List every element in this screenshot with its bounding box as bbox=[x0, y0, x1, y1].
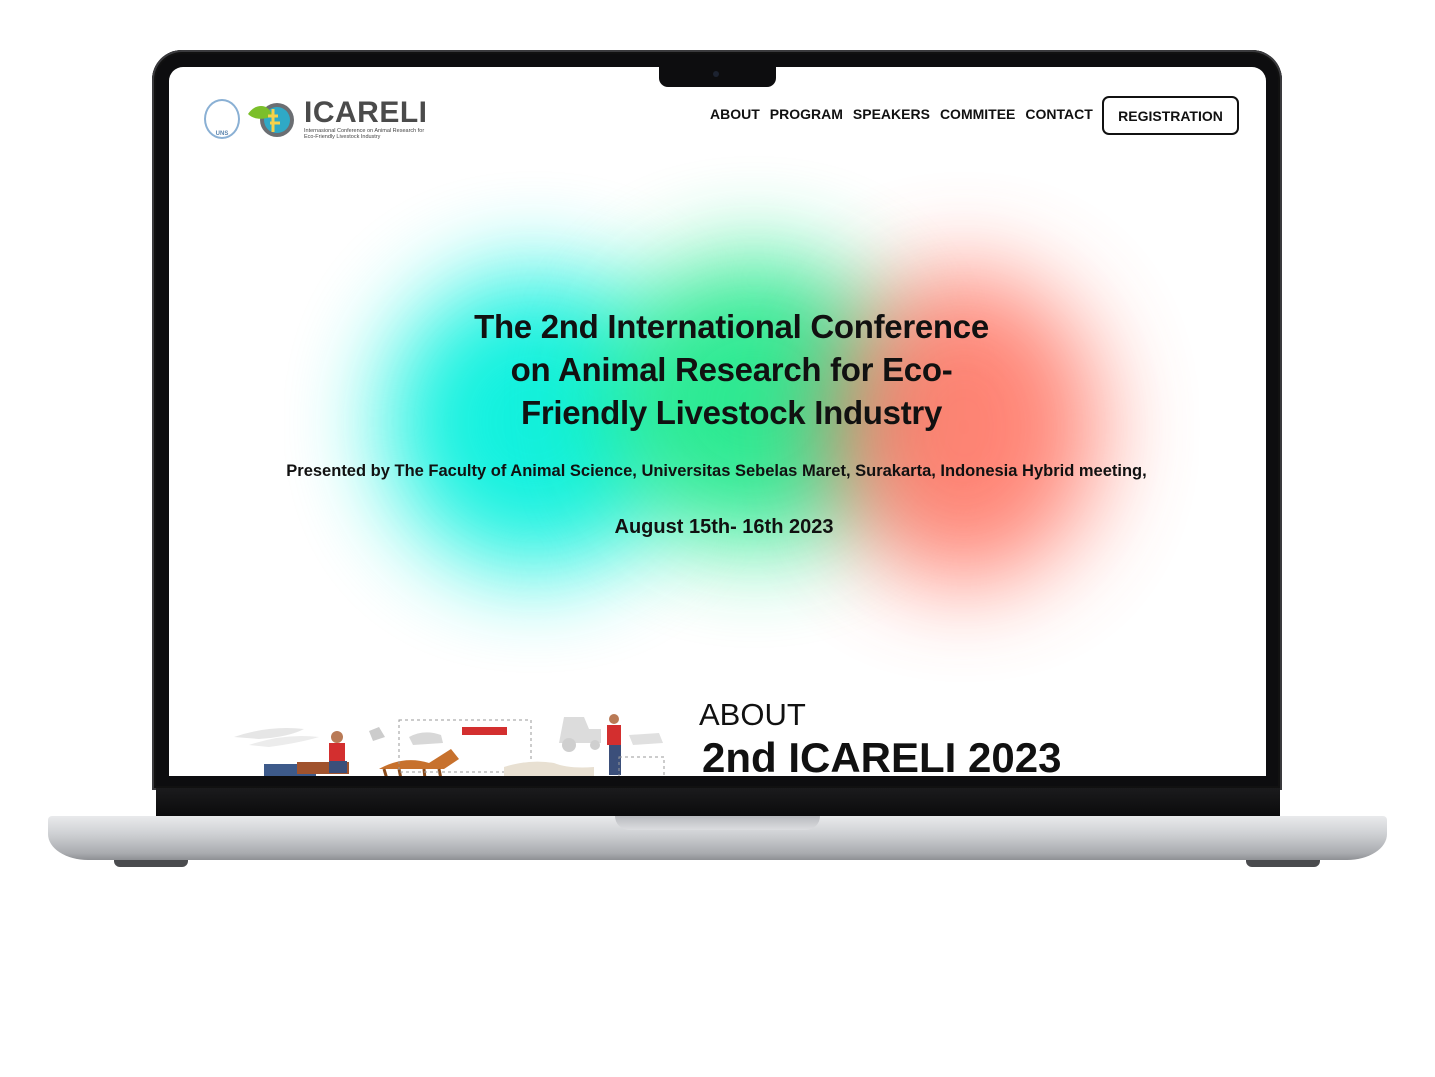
laptop-hinge bbox=[156, 788, 1280, 816]
nav-program[interactable]: PROGRAM bbox=[770, 106, 843, 122]
main-nav: ABOUT PROGRAM SPEAKERS COMMITEE CONTACT bbox=[710, 106, 1093, 122]
icareli-emblem-icon bbox=[244, 96, 298, 142]
hero-title-line: Friendly Livestock Industry bbox=[520, 394, 942, 431]
camera-notch bbox=[659, 67, 776, 87]
laptop-foot-right bbox=[1246, 860, 1320, 867]
nav-commitee[interactable]: COMMITEE bbox=[940, 106, 1015, 122]
hero-subtitle: Presented by The Faculty of Animal Scien… bbox=[286, 462, 1147, 480]
uns-seal-label: UNS bbox=[215, 131, 229, 137]
laptop-screen: UNS ICARELI Internasional Conference on … bbox=[169, 67, 1266, 776]
laptop-foot-left bbox=[114, 860, 188, 867]
about-label: ABOUT bbox=[699, 697, 806, 732]
hero-title-line: The 2nd International Conference bbox=[474, 308, 989, 345]
nav-about[interactable]: ABOUT bbox=[710, 106, 760, 122]
uns-seal-logo: UNS bbox=[204, 99, 240, 139]
laptop-opening-groove bbox=[615, 816, 820, 830]
brand-subtitle: Internasional Conference on Animal Resea… bbox=[304, 128, 425, 140]
camera-dot bbox=[713, 71, 719, 77]
hero-title: The 2nd International Conference on Anim… bbox=[419, 305, 1044, 434]
brand-name: ICARELI bbox=[304, 96, 428, 129]
about-title: 2nd ICARELI 2023 bbox=[702, 734, 1062, 776]
nav-contact[interactable]: CONTACT bbox=[1025, 106, 1092, 122]
registration-button[interactable]: REGISTRATION bbox=[1102, 96, 1239, 135]
hero-title-line: on Animal Research for Eco- bbox=[510, 351, 953, 388]
livestock-illustration bbox=[234, 714, 665, 776]
nav-speakers[interactable]: SPEAKERS bbox=[853, 106, 930, 122]
site-logo[interactable]: UNS ICARELI Internasional Conference on … bbox=[204, 95, 434, 143]
hero-date: August 15th- 16th 2023 bbox=[614, 516, 834, 538]
